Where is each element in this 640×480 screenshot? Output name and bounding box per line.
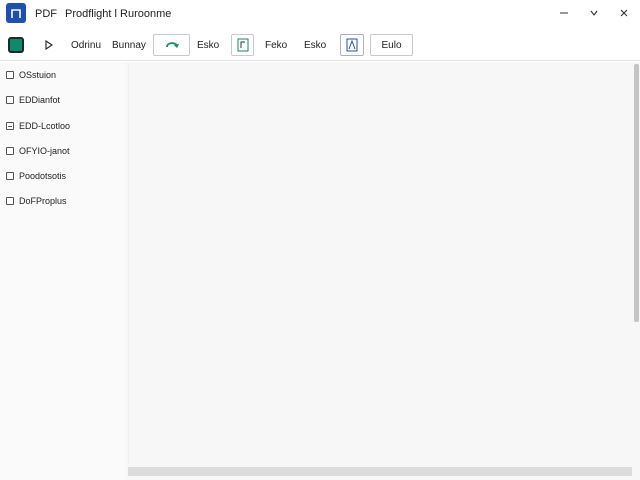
page-button[interactable]: [231, 34, 254, 56]
square-icon[interactable]: [8, 37, 24, 53]
sidebar-item-label: OSstuion: [19, 70, 57, 80]
close-icon: [620, 9, 628, 17]
document-title: Prodflight l Ruroonme: [65, 8, 172, 20]
rotate-button[interactable]: [153, 34, 190, 56]
sidebar-item-3[interactable]: EDD-Lcotloo: [0, 116, 126, 136]
sidebar: OSstuion EDDianfot EDD-Lcotloo OFYIO-jan…: [0, 62, 126, 480]
checkbox[interactable]: [6, 122, 14, 130]
page-icon: [237, 38, 248, 52]
sidebar-item-2[interactable]: EDDianfot: [0, 90, 126, 110]
font-button[interactable]: [340, 34, 364, 56]
checkbox[interactable]: [6, 147, 14, 155]
sidebar-item-6[interactable]: DoFProplus: [0, 191, 126, 211]
checkbox[interactable]: [6, 172, 14, 180]
last-action-button[interactable]: Eulo: [370, 34, 413, 56]
title-bar: PDF Prodflight l Ruroonme: [0, 0, 640, 28]
sidebar-item-label: EDDianfot: [19, 95, 61, 105]
vertical-scrollbar[interactable]: [634, 64, 639, 322]
toolbar-label-2[interactable]: Bunnay: [112, 40, 146, 51]
document-viewer[interactable]: [126, 62, 640, 480]
toolbar-label-3[interactable]: Esko: [197, 40, 219, 51]
minimize-icon: [560, 12, 568, 14]
sidebar-item-label: DoFProplus: [19, 196, 67, 206]
last-action-label: Eulo: [381, 39, 402, 51]
sidebar-item-label: OFYIO-janot: [19, 146, 70, 156]
play-icon: [45, 40, 53, 50]
toolbar-label-4[interactable]: Feko: [265, 40, 287, 51]
minimize-button[interactable]: [550, 4, 578, 22]
checkbox[interactable]: [6, 197, 14, 205]
toolbar-label-5[interactable]: Esko: [304, 40, 326, 51]
options-button[interactable]: [580, 4, 608, 22]
font-icon: [346, 38, 358, 52]
sidebar-item-4[interactable]: OFYIO-janot: [0, 141, 126, 161]
toolbar-label-1[interactable]: Odrinu: [71, 40, 101, 51]
toolbar: Odrinu Bunnay Esko Feko Esko Eulo: [0, 29, 640, 61]
app-logo-icon[interactable]: [6, 3, 26, 23]
sidebar-item-5[interactable]: Poodotsotis: [0, 166, 126, 186]
checkbox[interactable]: [6, 96, 14, 104]
sidebar-item-label: Poodotsotis: [19, 171, 67, 181]
sidebar-item-1[interactable]: OSstuion: [0, 65, 126, 85]
play-button[interactable]: [42, 38, 56, 52]
app-name: PDF: [35, 8, 57, 20]
close-button[interactable]: [610, 4, 638, 22]
horizontal-scrollbar[interactable]: [128, 467, 632, 476]
document-page[interactable]: [128, 64, 630, 464]
checkbox[interactable]: [6, 71, 14, 79]
sidebar-item-label: EDD-Lcotloo: [19, 121, 71, 131]
rotate-icon: [165, 42, 179, 48]
chevron-down-icon: [590, 10, 598, 16]
